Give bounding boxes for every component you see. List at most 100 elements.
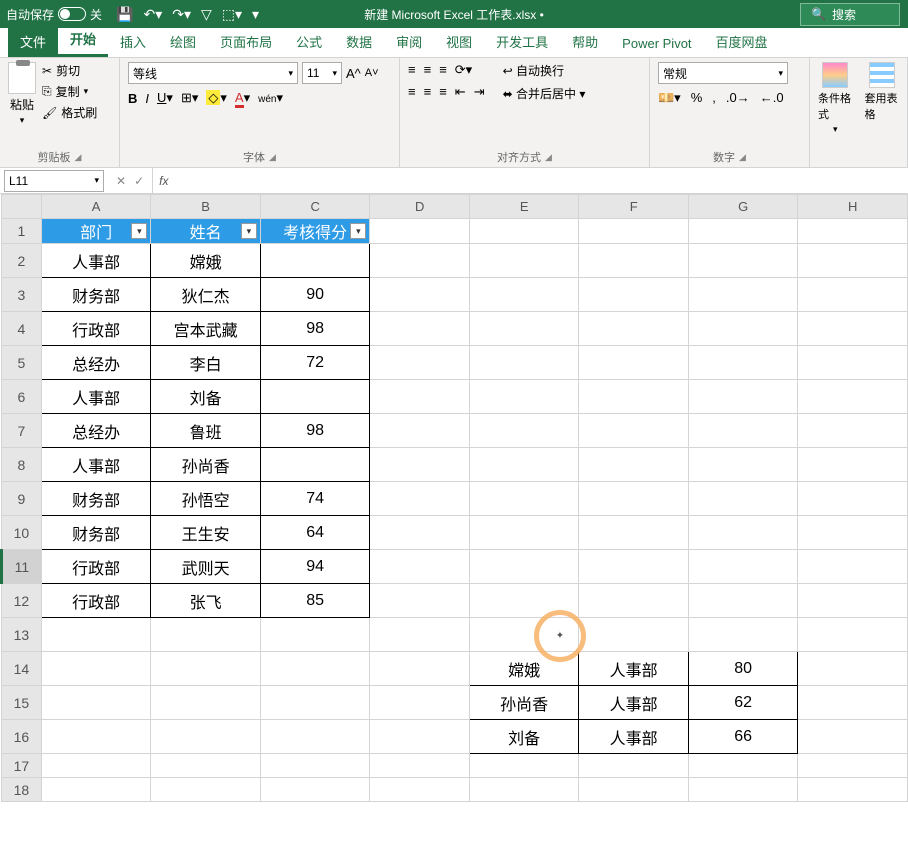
cell-G10[interactable]: [688, 516, 798, 550]
tab-help[interactable]: 帮助: [560, 26, 610, 57]
cell-F2[interactable]: [579, 244, 689, 278]
col-header-F[interactable]: F: [579, 195, 689, 219]
cell-A8[interactable]: 人事部: [41, 448, 151, 482]
cell-G6[interactable]: [688, 380, 798, 414]
tab-data[interactable]: 数据: [334, 26, 384, 57]
cell-D3[interactable]: [370, 278, 470, 312]
cell-A13[interactable]: [41, 618, 151, 652]
cell-G18[interactable]: [688, 778, 798, 802]
undo-icon[interactable]: ↶▾: [143, 6, 162, 23]
cell-A15[interactable]: [41, 686, 151, 720]
cell-G7[interactable]: [688, 414, 798, 448]
autosave-toggle[interactable]: 自动保存 关: [6, 6, 102, 23]
indent-decrease-icon[interactable]: ⇤: [455, 84, 466, 100]
cell-G11[interactable]: [688, 550, 798, 584]
cell-G1[interactable]: [688, 219, 798, 244]
cell-A16[interactable]: [41, 720, 151, 754]
cell-C3[interactable]: 90: [260, 278, 370, 312]
col-header-G[interactable]: G: [688, 195, 798, 219]
sort-icon[interactable]: ⬚▾: [222, 6, 242, 23]
format-painter-button[interactable]: 🖌格式刷: [42, 104, 97, 121]
wrap-text-button[interactable]: ↩ 自动换行: [503, 62, 586, 79]
cell-D8[interactable]: [370, 448, 470, 482]
cell-D16[interactable]: [370, 720, 470, 754]
cell-E6[interactable]: [469, 380, 579, 414]
italic-button[interactable]: I: [145, 91, 149, 106]
cell-H8[interactable]: [798, 448, 908, 482]
cell-D1[interactable]: [370, 219, 470, 244]
row-header-5[interactable]: 5: [2, 346, 42, 380]
increase-font-icon[interactable]: A^: [346, 66, 361, 81]
cell-F6[interactable]: [579, 380, 689, 414]
row-header-4[interactable]: 4: [2, 312, 42, 346]
tab-file[interactable]: 文件: [8, 26, 58, 57]
cell-C1[interactable]: 考核得分▾: [260, 219, 370, 244]
fill-color-button[interactable]: ◇▾: [206, 90, 227, 106]
cell-B15[interactable]: [151, 686, 261, 720]
conditional-format-button[interactable]: 条件格式 ▾: [818, 62, 853, 135]
cell-F16[interactable]: 人事部: [579, 720, 689, 754]
align-right-icon[interactable]: ≡: [439, 84, 447, 100]
cell-F14[interactable]: 人事部: [579, 652, 689, 686]
underline-button[interactable]: U▾: [157, 90, 173, 106]
cell-A14[interactable]: [41, 652, 151, 686]
row-header-9[interactable]: 9: [2, 482, 42, 516]
filter-icon[interactable]: ▽: [201, 6, 212, 23]
cell-F1[interactable]: [579, 219, 689, 244]
cell-C13[interactable]: [260, 618, 370, 652]
cell-F7[interactable]: [579, 414, 689, 448]
cell-H3[interactable]: [798, 278, 908, 312]
cell-G4[interactable]: [688, 312, 798, 346]
cell-H6[interactable]: [798, 380, 908, 414]
cell-H17[interactable]: [798, 754, 908, 778]
cell-B5[interactable]: 李白: [151, 346, 261, 380]
cell-E15[interactable]: 孙尚香: [469, 686, 579, 720]
cell-B6[interactable]: 刘备: [151, 380, 261, 414]
cell-D15[interactable]: [370, 686, 470, 720]
cell-D11[interactable]: [370, 550, 470, 584]
name-box[interactable]: L11▾: [4, 170, 104, 192]
cell-E10[interactable]: [469, 516, 579, 550]
cell-D7[interactable]: [370, 414, 470, 448]
cell-E12[interactable]: [469, 584, 579, 618]
cell-F4[interactable]: [579, 312, 689, 346]
row-header-6[interactable]: 6: [2, 380, 42, 414]
cell-G16[interactable]: 66: [688, 720, 798, 754]
align-left-icon[interactable]: ≡: [408, 84, 416, 100]
cell-H9[interactable]: [798, 482, 908, 516]
cell-D4[interactable]: [370, 312, 470, 346]
cell-E14[interactable]: 嫦娥: [469, 652, 579, 686]
cell-A10[interactable]: 财务部: [41, 516, 151, 550]
cell-D9[interactable]: [370, 482, 470, 516]
cell-A7[interactable]: 总经办: [41, 414, 151, 448]
cell-A18[interactable]: [41, 778, 151, 802]
qat-more-icon[interactable]: ▾: [252, 6, 259, 23]
cell-C2[interactable]: [260, 244, 370, 278]
cell-D12[interactable]: [370, 584, 470, 618]
align-center-icon[interactable]: ≡: [424, 84, 432, 100]
cell-H13[interactable]: [798, 618, 908, 652]
select-all-corner[interactable]: [2, 195, 42, 219]
cell-A4[interactable]: 行政部: [41, 312, 151, 346]
indent-increase-icon[interactable]: ⇥: [474, 84, 485, 100]
cell-G13[interactable]: [688, 618, 798, 652]
cell-D6[interactable]: [370, 380, 470, 414]
dialog-launcher-icon[interactable]: ◢: [269, 152, 276, 163]
fx-icon[interactable]: fx: [153, 174, 174, 188]
number-format-select[interactable]: 常规▾: [658, 62, 788, 84]
cell-D5[interactable]: [370, 346, 470, 380]
cell-E17[interactable]: [469, 754, 579, 778]
row-header-2[interactable]: 2: [2, 244, 42, 278]
cell-E8[interactable]: [469, 448, 579, 482]
col-header-D[interactable]: D: [370, 195, 470, 219]
cell-H7[interactable]: [798, 414, 908, 448]
row-header-11[interactable]: 11: [2, 550, 42, 584]
merge-center-button[interactable]: ⬌ 合并后居中 ▾: [503, 85, 586, 102]
cell-D14[interactable]: [370, 652, 470, 686]
cell-C12[interactable]: 85: [260, 584, 370, 618]
row-header-13[interactable]: 13: [2, 618, 42, 652]
enter-formula-icon[interactable]: ✓: [134, 174, 144, 188]
cell-G14[interactable]: 80: [688, 652, 798, 686]
cell-B2[interactable]: 嫦娥: [151, 244, 261, 278]
cell-E13[interactable]: [469, 618, 579, 652]
